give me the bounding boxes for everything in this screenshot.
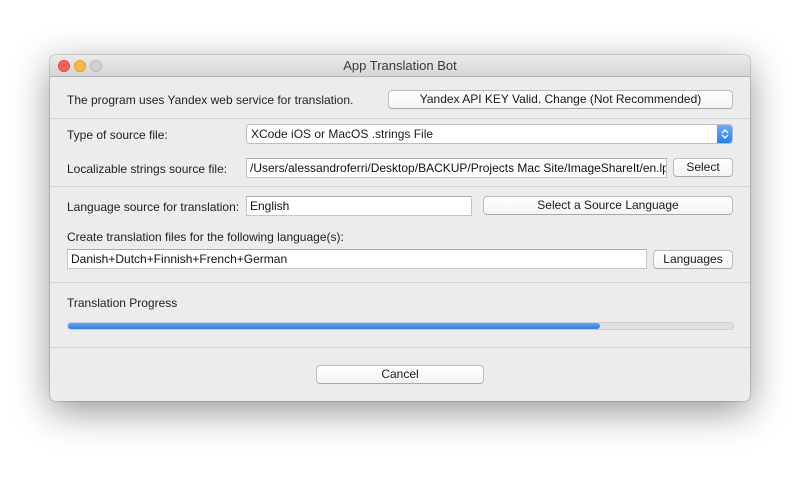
source-type-selected: XCode iOS or MacOS .strings File [251,127,434,141]
change-api-key-button[interactable]: Yandex API KEY Valid. Change (Not Recomm… [388,90,733,109]
translation-progress-fill [68,323,600,329]
language-source-label: Language source for translation: [67,200,240,214]
separator-progress [50,347,750,348]
target-languages-field[interactable]: Danish+Dutch+Finnish+French+German [67,249,647,269]
separator-language [50,282,750,283]
source-file-path-field[interactable]: /Users/alessandroferri/Desktop/BACKUP/Pr… [246,158,667,178]
app-window: App Translation Bot The program uses Yan… [50,55,750,401]
translation-progress-bar [67,322,734,330]
language-source-field[interactable]: English [246,196,472,216]
languages-button[interactable]: Languages [653,250,733,269]
chevron-up-down-icon[interactable] [717,125,732,143]
source-type-select[interactable]: XCode iOS or MacOS .strings File [246,124,733,144]
title-bar[interactable]: App Translation Bot [50,55,750,77]
select-source-file-button[interactable]: Select [673,158,733,177]
api-info-label: The program uses Yandex web service for … [67,93,354,107]
window-title: App Translation Bot [343,58,457,73]
translation-progress-label: Translation Progress [67,296,178,310]
cancel-button[interactable]: Cancel [316,365,484,384]
select-source-language-button[interactable]: Select a Source Language [483,196,733,215]
source-type-label: Type of source file: [67,128,168,142]
separator-source [50,186,750,187]
source-file-label: Localizable strings source file: [67,162,228,176]
separator-api [50,118,750,119]
target-languages-label: Create translation files for the followi… [67,230,344,244]
